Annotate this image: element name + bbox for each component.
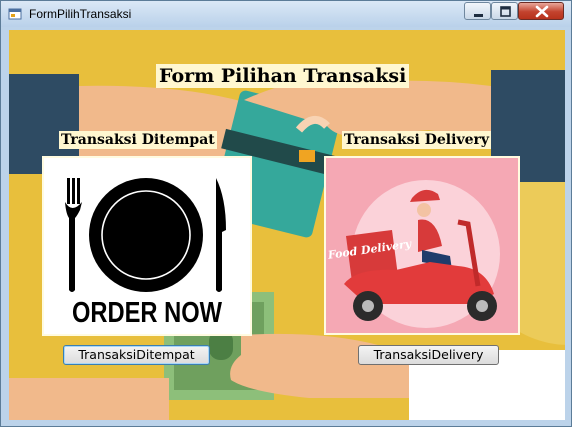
delivery-label: Transaksi Delivery — [342, 131, 491, 149]
dine-in-label: Transaksi Ditempat — [59, 131, 217, 149]
close-button[interactable] — [518, 2, 564, 20]
dine-in-button[interactable]: TransaksiDitempat — [63, 345, 210, 365]
window-title: FormPilihTransaksi — [29, 7, 132, 21]
order-now-text: ORDER NOW — [72, 297, 223, 329]
fork-icon — [65, 178, 82, 292]
plate-icon — [89, 178, 203, 292]
maximize-icon — [500, 6, 511, 17]
minimize-icon — [474, 14, 483, 17]
close-icon — [535, 5, 549, 18]
dine-in-picture: ORDER NOW — [42, 156, 252, 336]
knife-icon — [216, 178, 226, 292]
maximize-button[interactable] — [491, 2, 518, 20]
form-client-area: Form Pilihan Transaksi Transaksi Ditempa… — [9, 30, 565, 420]
order-now-image: ORDER NOW — [65, 178, 226, 329]
delivery-picture: Food Delivery — [324, 156, 520, 335]
delivery-scooter-image: Food Delivery — [326, 158, 518, 333]
form-app-icon — [8, 8, 22, 20]
form-window: FormPilihTransaksi Form Pilihan Transaks… — [0, 0, 572, 427]
minimize-button[interactable] — [464, 2, 491, 20]
form-heading: Form Pilihan Transaksi — [156, 64, 410, 88]
delivery-button[interactable]: TransaksiDelivery — [358, 345, 499, 365]
title-bar[interactable]: FormPilihTransaksi — [1, 1, 571, 27]
